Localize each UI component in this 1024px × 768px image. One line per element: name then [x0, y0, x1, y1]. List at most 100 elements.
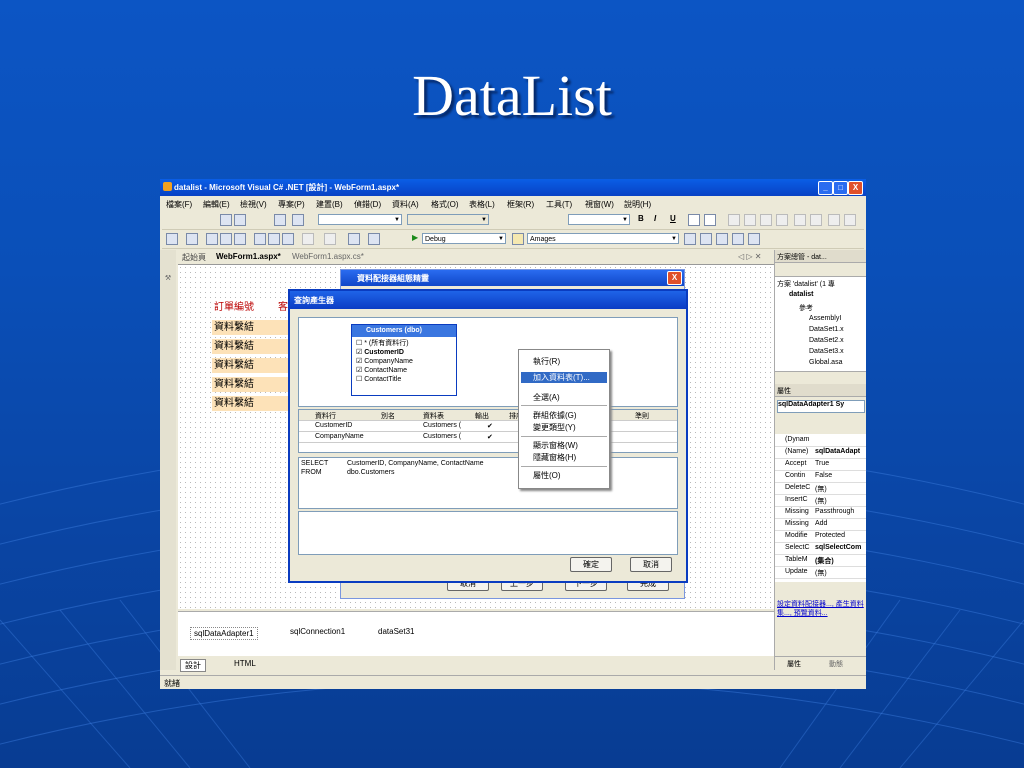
indent-icon[interactable]: [844, 214, 856, 226]
menu-view[interactable]: 檢視(V): [240, 199, 267, 210]
tree-node-solution[interactable]: 方案 'datalist' (1 專: [777, 279, 835, 289]
tab-nav-buttons[interactable]: ◁ ▷ ✕: [738, 252, 761, 261]
new-project-icon[interactable]: [166, 233, 178, 245]
properties-object-combo[interactable]: sqlDataAdapter1 Sy: [777, 400, 865, 413]
align-right-icon[interactable]: [760, 214, 772, 226]
tree-node-file[interactable]: DataSet2.x: [809, 337, 844, 344]
table-field[interactable]: ☑ CustomerID: [356, 348, 413, 357]
add-item-icon[interactable]: [186, 233, 198, 245]
solution-explorer-icon[interactable]: [684, 233, 696, 245]
menu-help[interactable]: 說明(H): [624, 199, 651, 210]
tree-node-file[interactable]: DataSet3.x: [809, 348, 844, 355]
tab-dynamic-help[interactable]: 動態: [829, 659, 843, 669]
start-icon[interactable]: ▶: [412, 233, 418, 242]
maximize-button[interactable]: □: [833, 181, 848, 195]
bullet-list-icon[interactable]: [810, 214, 822, 226]
find-icon[interactable]: [512, 233, 524, 245]
copy-icon[interactable]: [268, 233, 280, 245]
tab-start-page[interactable]: 起始頁: [182, 252, 206, 263]
table-field[interactable]: ☑ CompanyName: [356, 357, 413, 366]
tree-node-file[interactable]: AssemblyI: [809, 315, 841, 322]
paste-icon[interactable]: [282, 233, 294, 245]
wizard-close-button[interactable]: X: [667, 271, 682, 285]
menu-tools[interactable]: 工具(T): [546, 199, 572, 210]
menu-item-select-all[interactable]: 全選(A): [533, 392, 560, 403]
other-windows-icon[interactable]: [748, 233, 760, 245]
position-icon[interactable]: [292, 214, 304, 226]
properties-command-links[interactable]: 設定資料配接器..., 產生資料集..., 預覽資料...: [777, 600, 865, 618]
menu-item-run[interactable]: 執行(R): [533, 356, 560, 367]
tab-webform-design[interactable]: WebForm1.aspx*: [216, 252, 281, 261]
align-center-icon[interactable]: [744, 214, 756, 226]
menu-table[interactable]: 表格(L): [469, 199, 495, 210]
find-combo[interactable]: Amages ▼: [527, 233, 679, 244]
redo-icon[interactable]: [324, 233, 336, 245]
menu-format[interactable]: 格式(O): [431, 199, 459, 210]
tray-item-connection[interactable]: sqlConnection1: [290, 627, 345, 636]
properties-icon[interactable]: [700, 233, 712, 245]
sql-pane[interactable]: SELECT CustomerID, CompanyName, ContactN…: [298, 457, 678, 509]
tree-node-project[interactable]: datalist: [789, 291, 814, 298]
customers-table-box[interactable]: Customers (dbo) ☐ * (所有資料行) ☑ CustomerID…: [351, 324, 457, 396]
property-row[interactable]: Update (無): [775, 566, 866, 579]
menu-item-show-panes[interactable]: 顯示窗格(W): [533, 440, 578, 451]
layout-icon[interactable]: [274, 214, 286, 226]
align-left-icon[interactable]: [728, 214, 740, 226]
menu-item-properties[interactable]: 屬性(O): [533, 470, 561, 481]
outdent-icon[interactable]: [828, 214, 840, 226]
tab-design-view[interactable]: 設計: [180, 659, 206, 672]
ok-button[interactable]: 確定: [570, 557, 612, 572]
justify-icon[interactable]: [776, 214, 788, 226]
highlight-icon[interactable]: [704, 214, 716, 226]
grid-cell-output[interactable]: ✔: [487, 433, 493, 441]
diagram-pane[interactable]: Customers (dbo) ☐ * (所有資料行) ☑ CustomerID…: [298, 317, 678, 407]
menu-window[interactable]: 視窗(W): [585, 199, 614, 210]
grid-row[interactable]: CompanyName Customers ( ✔: [299, 432, 677, 443]
class-view-icon[interactable]: [732, 233, 744, 245]
databind-label[interactable]: 資料繫結: [212, 377, 294, 392]
bold-button[interactable]: B: [638, 214, 644, 223]
size-combo[interactable]: ▼: [568, 214, 630, 225]
close-button[interactable]: X: [848, 181, 863, 195]
toolbox-icon[interactable]: ⚒: [163, 274, 171, 282]
databind-label[interactable]: 資料繫結: [212, 339, 294, 354]
menu-file[interactable]: 檔案(F): [166, 199, 192, 210]
minimize-button[interactable]: _: [818, 181, 833, 195]
table-field[interactable]: ☑ ContactName: [356, 366, 413, 375]
tab-webform-code[interactable]: WebForm1.aspx.cs*: [292, 252, 364, 261]
menu-data[interactable]: 資料(A): [392, 199, 419, 210]
cancel-button[interactable]: 取消: [630, 557, 672, 572]
tray-item-dataset[interactable]: dataSet31: [378, 627, 414, 636]
open-file-icon[interactable]: [206, 233, 218, 245]
tab-html-view[interactable]: HTML: [230, 659, 260, 668]
save-icon[interactable]: [220, 233, 232, 245]
menu-item-add-table[interactable]: 加入資料表(T)...: [521, 372, 607, 383]
navigate-back-icon[interactable]: [348, 233, 360, 245]
table-field[interactable]: ☐ * (所有資料行): [356, 339, 413, 348]
toolbox-strip[interactable]: ⚒: [160, 250, 176, 670]
results-pane[interactable]: [298, 511, 678, 555]
grid-row[interactable]: CustomerID Customers ( ✔: [299, 421, 677, 432]
font-color-icon[interactable]: [688, 214, 700, 226]
menu-debug[interactable]: 偵錯(D): [354, 199, 381, 210]
config-combo[interactable]: Debug ▼: [422, 233, 506, 244]
toolbox-icon[interactable]: [716, 233, 728, 245]
menu-build[interactable]: 建置(B): [316, 199, 343, 210]
menu-edit[interactable]: 編輯(E): [203, 199, 230, 210]
grid-cell-output[interactable]: ✔: [487, 422, 493, 430]
databind-label[interactable]: 資料繫結: [212, 396, 294, 411]
tree-node-file[interactable]: Global.asa: [809, 359, 842, 366]
tab-properties[interactable]: 屬性: [787, 659, 801, 669]
tree-node-references[interactable]: 參考: [799, 303, 813, 313]
save-all-icon[interactable]: [234, 233, 246, 245]
navigate-forward-icon[interactable]: [368, 233, 380, 245]
menu-item-change-type[interactable]: 變更類型(Y): [533, 422, 576, 433]
underline-button[interactable]: U: [670, 214, 676, 223]
tray-item-adapter[interactable]: sqlDataAdapter1: [190, 627, 258, 640]
menu-frame[interactable]: 框架(R): [507, 199, 534, 210]
italic-button[interactable]: I: [654, 214, 656, 223]
grid-pane[interactable]: 資料行 別名 資料表 輸出 排序 準則 CustomerID Customers…: [298, 409, 678, 453]
undo-icon[interactable]: [302, 233, 314, 245]
block-format-combo[interactable]: ▼: [318, 214, 402, 225]
menu-item-hide-panes[interactable]: 隱藏窗格(H): [533, 452, 576, 463]
